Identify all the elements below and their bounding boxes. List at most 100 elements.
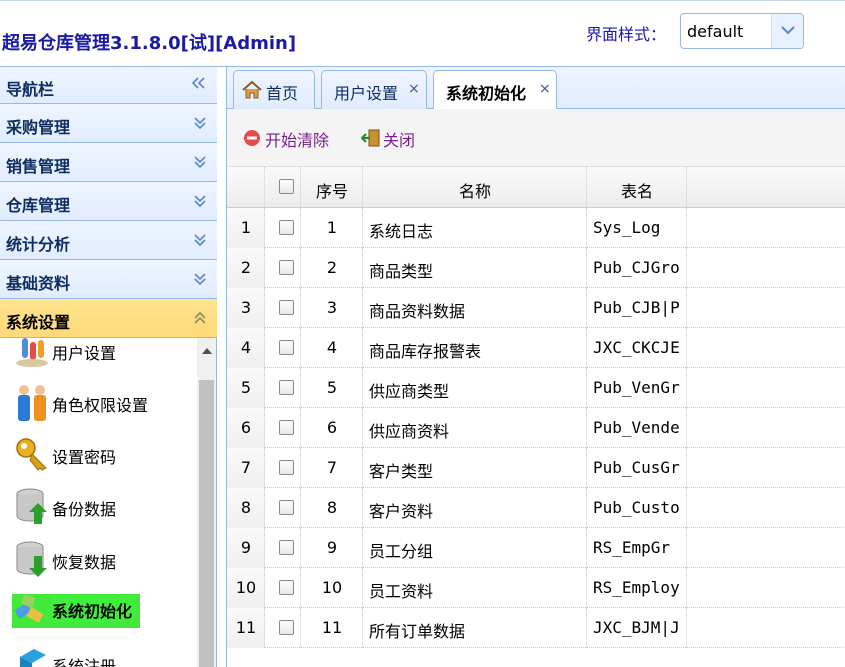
app-title: 超易仓库管理3.1.8.0[试][Admin] [2,33,297,54]
row-checkbox[interactable] [279,300,294,315]
table-row[interactable]: 8 8 客户资料 Pub_Custo [227,488,845,528]
row-select-cell[interactable] [265,608,301,648]
seq-value: 3 [326,298,338,317]
tab-system-init[interactable]: 系统初始化 × [433,70,557,110]
row-select-cell[interactable] [265,248,301,288]
theme-select[interactable]: default [680,13,804,49]
menu-item-system-init[interactable]: 系统初始化 [12,586,197,634]
section-label: 统计分析 [6,235,71,254]
select-all-checkbox[interactable] [279,179,294,194]
table-cell: JXC_BJM|J [587,608,687,648]
menu-item-user-settings[interactable]: 用户设置 [12,338,197,374]
seq-value: 7 [326,458,338,477]
row-number: 5 [240,378,252,397]
section-basic-data[interactable]: 基础资料 [0,260,217,299]
grid-header: 序号 名称 表名 [227,167,845,208]
table-row[interactable]: 1 1 系统日志 Sys_Log [227,208,845,248]
row-select-cell[interactable] [265,488,301,528]
collapse-sidebar-icon[interactable] [190,75,206,95]
row-select-cell[interactable] [265,528,301,568]
seq-cell: 4 [301,328,363,368]
table-row[interactable]: 6 6 供应商资料 Pub_Vende [227,408,845,448]
name-value: 系统日志 [369,222,434,241]
scroll-thumb[interactable] [199,380,214,667]
row-select-cell[interactable] [265,448,301,488]
column-label: 表名 [620,182,653,201]
name-cell: 所有订单数据 [363,608,587,648]
table-row[interactable]: 2 2 商品类型 Pub_CJGro [227,248,845,288]
name-cell: 商品类型 [363,248,587,288]
seq-cell: 5 [301,368,363,408]
row-number: 2 [240,258,252,277]
menu-item-role-permissions[interactable]: 角色权限设置 [12,378,197,426]
row-checkbox[interactable] [279,220,294,235]
table-value: RS_EmpGr [593,538,671,557]
table-row[interactable]: 7 7 客户类型 Pub_CusGr [227,448,845,488]
menu-item-backup-data[interactable]: 备份数据 [12,482,197,530]
table-value: JXC_CKCJE [593,338,680,357]
row-select-cell[interactable] [265,208,301,248]
scroll-up-button[interactable] [197,338,216,378]
row-checkbox[interactable] [279,620,294,635]
row-checkbox[interactable] [279,500,294,515]
row-checkbox[interactable] [279,380,294,395]
row-number: 3 [240,298,252,317]
theme-label: 界面样式： [586,25,667,44]
row-checkbox[interactable] [279,260,294,275]
key-icon [16,438,47,471]
name-cell: 系统日志 [363,208,587,248]
exit-door-icon [361,129,380,147]
theme-select-arrow[interactable] [771,14,803,48]
sidebar-scrollbar[interactable] [197,338,216,667]
row-select-cell[interactable] [265,288,301,328]
seq-cell: 10 [301,568,363,608]
menu-item-system-register[interactable]: 系统注册 [12,639,197,667]
close-tab-icon[interactable]: × [539,81,551,97]
header-name[interactable]: 名称 [363,167,587,207]
row-checkbox[interactable] [279,460,294,475]
section-system-settings[interactable]: 系统设置 [0,299,217,338]
table-row[interactable]: 5 5 供应商类型 Pub_VenGr [227,368,845,408]
row-number-cell: 3 [227,288,265,328]
header-table[interactable]: 表名 [587,167,687,207]
row-number: 7 [240,458,252,477]
table-row[interactable]: 11 11 所有订单数据 JXC_BJM|J [227,608,845,648]
table-row[interactable]: 3 3 商品资料数据 Pub_CJB|P [227,288,845,328]
table-row[interactable]: 10 10 员工资料 RS_Employ [227,568,845,608]
row-select-cell[interactable] [265,368,301,408]
row-checkbox[interactable] [279,540,294,555]
table-value: Pub_CJB|P [593,298,680,317]
section-purchase[interactable]: 采购管理 [0,104,217,143]
row-checkbox[interactable] [279,580,294,595]
name-cell: 客户资料 [363,488,587,528]
section-sales[interactable]: 销售管理 [0,143,217,182]
seq-cell: 8 [301,488,363,528]
row-checkbox[interactable] [279,420,294,435]
menu-item-restore-data[interactable]: 恢复数据 [12,535,197,583]
row-number: 6 [240,418,252,437]
menu-item-set-password[interactable]: 设置密码 [12,430,197,478]
double-chevron-up-icon [194,311,206,324]
section-statistics[interactable]: 统计分析 [0,221,217,260]
section-warehouse[interactable]: 仓库管理 [0,182,217,221]
table-value: Sys_Log [593,218,661,237]
header-seq[interactable]: 序号 [301,167,363,207]
seq-value: 4 [326,338,338,357]
name-value: 供应商类型 [369,382,450,401]
close-tab-icon[interactable]: × [408,81,420,97]
row-select-cell[interactable] [265,568,301,608]
seq-cell: 2 [301,248,363,288]
sidebar: 导航栏 采购管理 销售管理 仓库管理 统计分析 基础资料 系统设置 用户设置 角… [0,67,217,667]
row-select-cell[interactable] [265,408,301,448]
table-row[interactable]: 9 9 员工分组 RS_EmpGr [227,528,845,568]
double-chevron-down-icon [194,117,206,130]
tab-user-settings[interactable]: 用户设置 × [321,70,427,109]
table-row[interactable]: 4 4 商品库存报警表 JXC_CKCJE [227,328,845,368]
tab-home[interactable]: 首页 [233,70,315,109]
row-select-cell[interactable] [265,328,301,368]
table-cell: Pub_CJB|P [587,288,687,328]
header-select-all[interactable] [265,167,301,207]
row-checkbox[interactable] [279,340,294,355]
seq-value: 2 [326,258,338,277]
seq-cell: 7 [301,448,363,488]
